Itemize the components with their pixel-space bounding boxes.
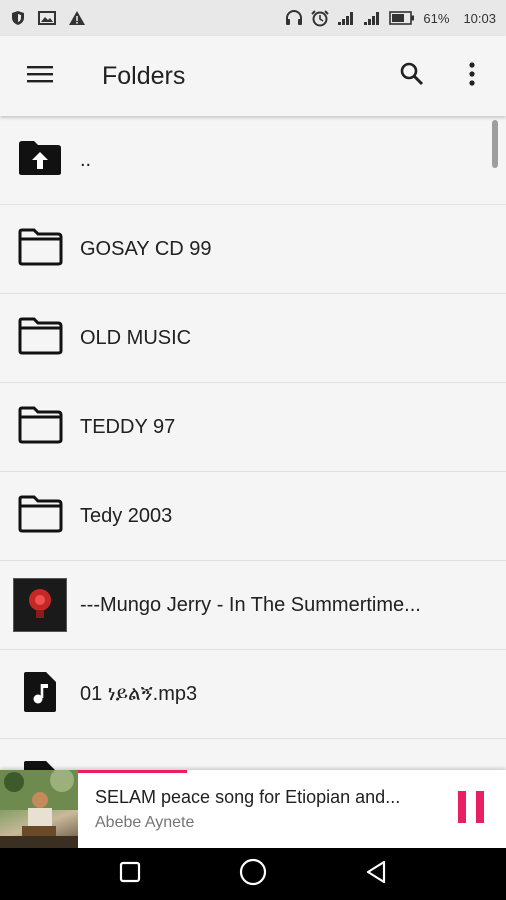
list-item-song[interactable]: ---Mungo Jerry - In The Summertime... [0,561,506,650]
shield-icon [10,10,26,26]
more-options-button[interactable] [442,36,502,116]
battery-percent: 61% [423,10,450,26]
list-item-folder[interactable]: TEDDY 97 [0,383,506,472]
back-icon[interactable] [364,859,388,890]
folder-list: .. GOSAY CD 99 OLD MUSIC TEDDY 97 Tedy 2… [0,116,506,770]
list-item-folder[interactable]: GOSAY CD 99 [0,205,506,294]
list-item-label: GOSAY CD 99 [80,237,212,260]
more-vert-icon [468,61,476,92]
search-button[interactable] [382,36,442,116]
album-art [13,578,67,632]
now-playing-album-art [0,770,78,848]
folder-icon [17,317,63,360]
warning-icon [68,10,86,26]
folder-icon [17,406,63,449]
scrollbar[interactable] [492,120,498,168]
list-item-song[interactable] [0,739,506,770]
list-item-label: Tedy 2003 [80,504,173,527]
list-item-parent-folder[interactable]: .. [0,116,506,205]
list-item-folder[interactable]: Tedy 2003 [0,472,506,561]
now-playing-title: SELAM peace song for Etiopian and... [95,786,401,807]
list-item-song[interactable]: 01 ነይልኝ.mp3 [0,650,506,739]
search-icon [399,61,425,92]
list-item-label: .. [80,148,92,171]
menu-icon [27,64,53,89]
system-nav-bar [0,848,506,900]
list-item-folder[interactable]: OLD MUSIC [0,294,506,383]
headphones-icon [285,10,303,26]
pause-button[interactable] [436,770,506,848]
alarm-icon [311,9,330,27]
music-file-icon [22,759,58,770]
signal-icon-2 [363,10,381,26]
now-playing-artist: Abebe Aynete [95,813,195,831]
menu-button[interactable] [0,36,80,116]
list-item-label: 01 ነይልኝ.mp3 [80,682,198,705]
now-playing-bar[interactable]: SELAM peace song for Etiopian and... Abe… [0,770,506,848]
recents-icon[interactable] [118,860,142,889]
list-item-label: TEDDY 97 [80,415,176,438]
folder-up-icon [17,139,63,182]
pause-icon [456,790,486,829]
clock: 10:03 [463,10,496,26]
folder-icon [17,495,63,538]
status-bar: 61% 10:03 [0,0,506,36]
music-file-icon [22,670,58,719]
image-icon [38,10,56,26]
list-item-label: ---Mungo Jerry - In The Summertime... [80,593,421,616]
app-bar: Folders [0,36,506,116]
folder-icon [17,228,63,271]
home-icon[interactable] [238,857,268,892]
page-title: Folders [102,61,186,90]
list-item-label: OLD MUSIC [80,326,192,349]
battery-icon [389,11,415,25]
signal-icon-1 [337,10,355,26]
